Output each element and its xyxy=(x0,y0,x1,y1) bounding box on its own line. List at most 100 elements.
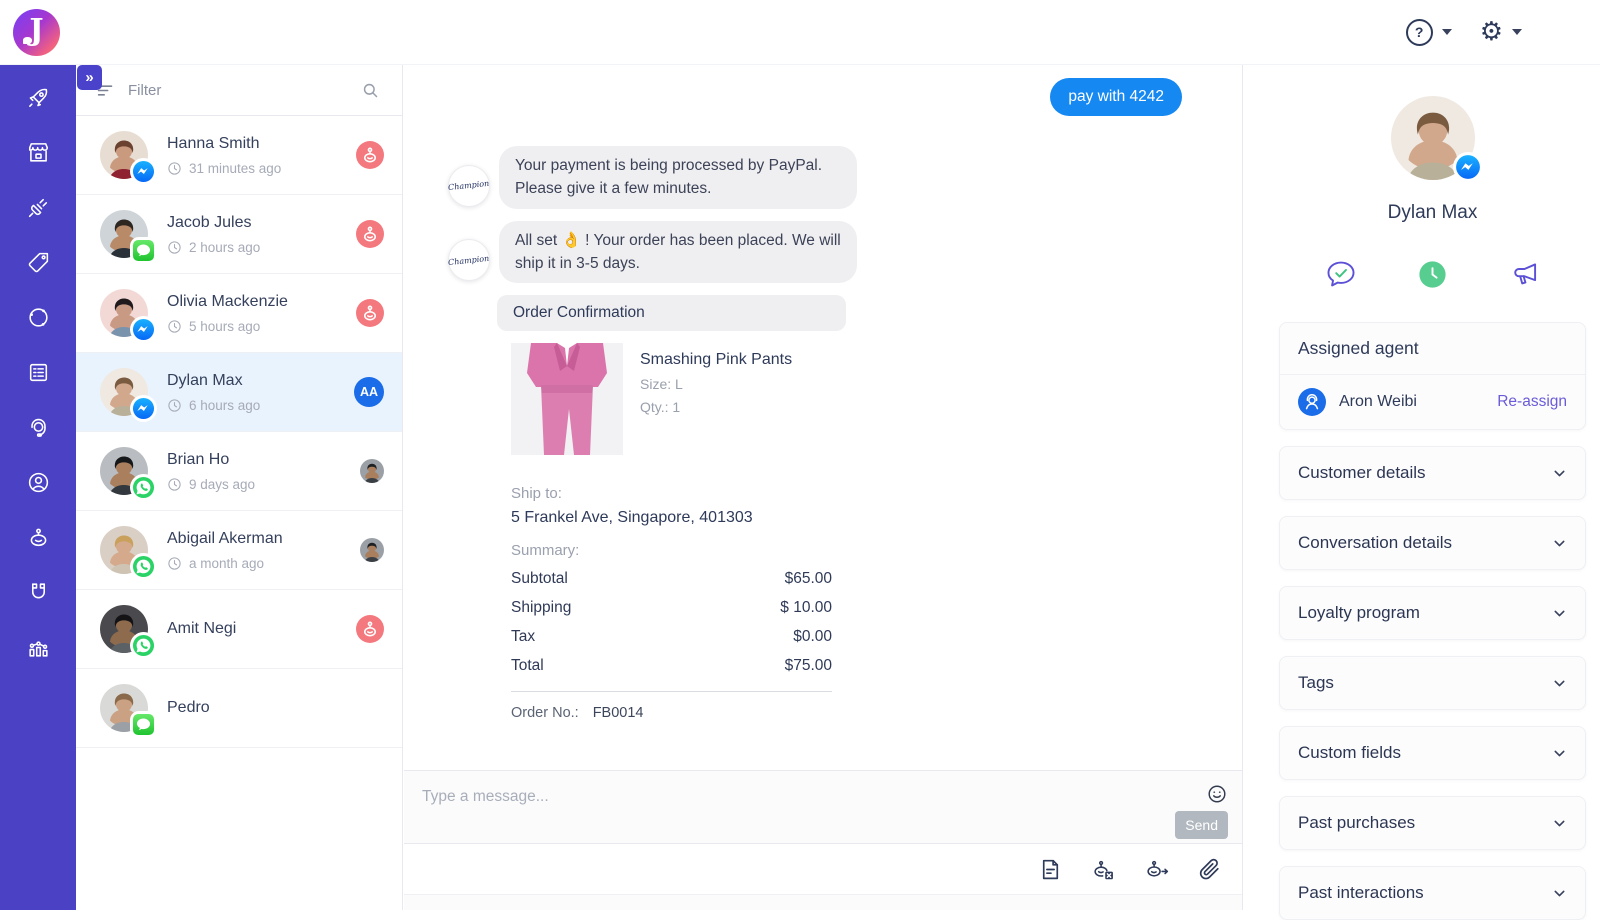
assigned-agent-card: Assigned agent Aron Weibi Re-assign xyxy=(1279,322,1586,430)
message-input[interactable] xyxy=(420,787,844,807)
outgoing-message-bubble: pay with 4242 xyxy=(1050,78,1182,116)
chevron-down-icon xyxy=(1512,29,1522,35)
messenger-icon xyxy=(132,318,155,341)
conversation-time: 6 hours ago xyxy=(167,398,354,413)
whatsapp-icon xyxy=(132,634,155,657)
history-clock-icon[interactable] xyxy=(1415,256,1451,292)
store-icon[interactable] xyxy=(26,140,51,165)
customer-avatar xyxy=(1391,96,1481,180)
customer-name: Dylan Max xyxy=(1387,202,1478,223)
logo-letter: J xyxy=(29,13,44,48)
conversation-row[interactable]: Hanna Smith 31 minutes ago xyxy=(76,116,402,195)
nav-rail xyxy=(0,65,76,910)
bot-disable-icon[interactable] xyxy=(1091,857,1116,882)
ship-to-label: Ship to: xyxy=(511,485,562,502)
emoji-icon[interactable] xyxy=(1206,783,1228,805)
conversation-name: Dylan Max xyxy=(167,371,243,389)
chevron-down-icon xyxy=(1552,816,1567,831)
app-logo[interactable]: J xyxy=(13,8,60,56)
summary-row: Tax $0.00 xyxy=(511,628,832,645)
section-custom-fields[interactable]: Custom fields xyxy=(1279,726,1586,780)
chevron-down-icon xyxy=(1552,746,1567,761)
expand-icon: » xyxy=(85,69,94,86)
agent-initials-badge: AA xyxy=(354,377,384,407)
product-qty: Qty.: 1 xyxy=(640,399,681,415)
conversation-row[interactable]: Olivia Mackenzie 5 hours ago xyxy=(76,274,402,353)
section-customer-details[interactable]: Customer details xyxy=(1279,446,1586,500)
note-icon[interactable] xyxy=(1038,857,1063,882)
section-past-purchases[interactable]: Past purchases xyxy=(1279,796,1586,850)
network-icon[interactable] xyxy=(26,305,51,330)
conversation-row[interactable]: Jacob Jules 2 hours ago xyxy=(76,195,402,274)
chevron-down-icon xyxy=(1552,886,1567,901)
messenger-icon xyxy=(1454,154,1481,180)
order-card: Order Confirmation Smashing Pink Pants S… xyxy=(497,295,846,734)
logo-bubble xyxy=(23,36,32,44)
conversation-row[interactable]: Pedro xyxy=(76,669,402,748)
clock-icon xyxy=(167,240,182,255)
conversation-row-selected[interactable]: Dylan Max 6 hours ago AA xyxy=(76,353,402,432)
summary-label: Summary: xyxy=(511,542,580,559)
chevron-down-icon xyxy=(1552,676,1567,691)
conversation-row[interactable]: Abigail Akerman a month ago xyxy=(76,511,402,590)
conversation-row[interactable]: Brian Ho 9 days ago xyxy=(76,432,402,511)
conversation-time: a month ago xyxy=(167,556,360,571)
conversation-time: 9 days ago xyxy=(167,477,360,492)
section-tags[interactable]: Tags xyxy=(1279,656,1586,710)
forms-icon[interactable] xyxy=(26,360,51,385)
chevron-down-icon xyxy=(1552,606,1567,621)
bot-icon[interactable] xyxy=(26,525,51,550)
agent-name: Aron Weibi xyxy=(1339,393,1417,410)
analytics-icon[interactable] xyxy=(26,635,51,660)
assigned-agent-avatar xyxy=(360,538,384,562)
conversation-list-panel: Filter Hanna Smith 31 minutes ago Jacob … xyxy=(76,65,403,910)
campaign-megaphone-icon[interactable] xyxy=(1507,256,1543,292)
conversation-name: Brian Ho xyxy=(167,450,230,468)
section-loyalty-program[interactable]: Loyalty program xyxy=(1279,586,1586,640)
conversation-name: Abigail Akerman xyxy=(167,529,283,547)
chevron-down-icon xyxy=(1552,466,1567,481)
reassign-link[interactable]: Re-assign xyxy=(1497,393,1567,411)
tag-icon[interactable] xyxy=(26,250,51,275)
search-icon[interactable] xyxy=(361,81,380,100)
bot-handover-icon[interactable] xyxy=(1144,857,1169,882)
clock-icon xyxy=(167,319,182,334)
messenger-icon xyxy=(132,160,155,183)
whatsapp-icon xyxy=(132,476,155,499)
conversation-name: Amit Negi xyxy=(167,620,237,637)
clock-icon xyxy=(167,556,182,571)
headset-icon[interactable] xyxy=(26,415,51,440)
attachment-icon[interactable] xyxy=(1197,857,1222,882)
chat-panel: pay with 4242 Champion Your payment is b… xyxy=(404,65,1242,910)
expand-sidebar-button[interactable]: » xyxy=(77,65,102,90)
section-past-interactions[interactable]: Past interactions xyxy=(1279,866,1586,920)
assigned-agent-title: Assigned agent xyxy=(1280,323,1585,375)
filter-label[interactable]: Filter xyxy=(128,82,348,99)
conversation-name: Pedro xyxy=(167,699,210,716)
summary-row: Shipping $ 10.00 xyxy=(511,599,832,616)
conversation-name: Hanna Smith xyxy=(167,134,260,152)
resolve-conversation-icon[interactable] xyxy=(1323,256,1359,292)
order-card-title: Order Confirmation xyxy=(497,295,846,331)
filter-bar: Filter xyxy=(76,65,402,116)
chevron-down-icon xyxy=(1441,29,1452,35)
help-menu[interactable]: ? xyxy=(1405,18,1452,46)
settings-menu[interactable]: ⚙ xyxy=(1480,19,1522,45)
agent-avatar xyxy=(1298,388,1326,416)
assigned-agent-avatar xyxy=(360,459,384,483)
incoming-message-bubble: Your payment is being processed by PayPa… xyxy=(499,146,857,209)
clock-icon xyxy=(167,477,182,492)
send-button[interactable]: Send xyxy=(1175,811,1228,839)
summary-row: Total $75.00 xyxy=(511,657,832,674)
chevron-down-icon xyxy=(1552,536,1567,551)
imessage-icon xyxy=(132,713,155,736)
rocket-icon[interactable] xyxy=(26,85,51,110)
plug-icon[interactable] xyxy=(26,195,51,220)
conversation-row[interactable]: Amit Negi xyxy=(76,590,402,669)
magnet-icon[interactable] xyxy=(26,580,51,605)
contacts-icon[interactable] xyxy=(26,470,51,495)
clock-icon xyxy=(167,398,182,413)
section-conversation-details[interactable]: Conversation details xyxy=(1279,516,1586,570)
topbar: J ? ⚙ xyxy=(0,0,1600,65)
product-size: Size: L xyxy=(640,376,683,392)
